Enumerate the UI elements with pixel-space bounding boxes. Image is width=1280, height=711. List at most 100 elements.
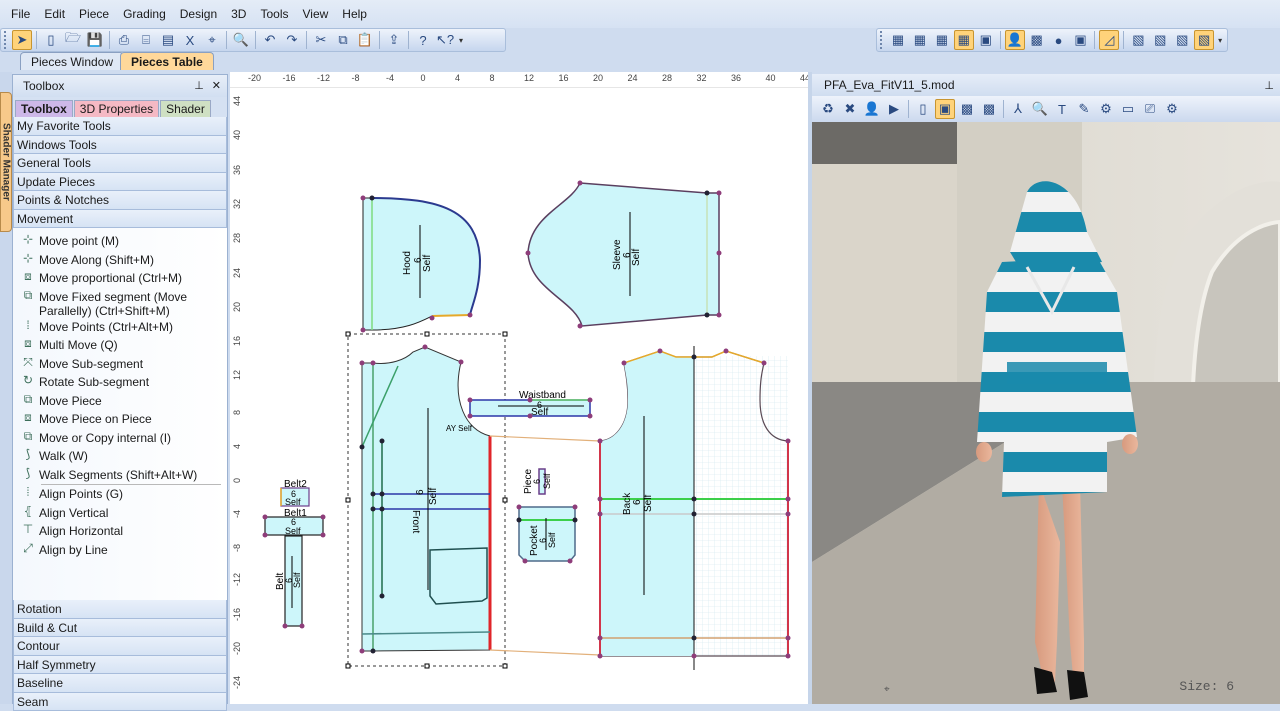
front-piece[interactable]: Front 6 Self AY Self xyxy=(360,345,491,654)
tool-walk[interactable]: ⟆Walk (W) xyxy=(17,447,227,466)
save-icon[interactable]: 💾 xyxy=(85,30,105,50)
frame-selected-icon[interactable]: ▣ xyxy=(935,99,955,119)
menu-file[interactable]: File xyxy=(4,7,37,21)
toolbox-section-general-tools[interactable]: General Tools xyxy=(13,154,227,173)
sleeve-piece[interactable]: Sleeve 6 Self xyxy=(526,181,722,329)
tool-align-horizontal[interactable]: ⊤Align Horizontal xyxy=(17,522,227,541)
tool-move-along[interactable]: ⊹Move Along (Shift+M) xyxy=(17,251,227,270)
tool-walk-segments[interactable]: ⟆Walk Segments (Shift+Alt+W) xyxy=(17,466,227,485)
text-icon[interactable]: T xyxy=(1052,99,1072,119)
frame-icon[interactable]: ▯ xyxy=(913,99,933,119)
excel-icon[interactable]: X xyxy=(180,30,200,50)
menu-edit[interactable]: Edit xyxy=(37,7,72,21)
axis-icon[interactable]: ⅄ xyxy=(1008,99,1028,119)
print-icon[interactable]: ⎙ xyxy=(114,30,134,50)
toolbar-grip[interactable] xyxy=(4,31,8,49)
open-folder-icon[interactable]: 🗁 xyxy=(63,30,83,50)
menu-tools[interactable]: Tools xyxy=(253,7,295,21)
dress-avatar-icon[interactable]: 👤 xyxy=(862,99,882,119)
3d-viewport[interactable]: ⌖ Size: 6 xyxy=(812,122,1280,704)
zoom-3d-icon[interactable]: 🔍 xyxy=(1030,99,1050,119)
tool-align-points[interactable]: ⦙Align Points (G) xyxy=(17,485,227,504)
small-piece[interactable]: Piece 6 Self xyxy=(523,469,552,494)
belt2-piece[interactable]: Belt2 6 Self xyxy=(281,479,309,507)
menu-grading[interactable]: Grading xyxy=(116,7,173,21)
toolbar-overflow-icon[interactable]: ▾ xyxy=(457,30,465,50)
toolbox-section-points-notches[interactable]: Points & Notches xyxy=(13,191,227,210)
pin-icon[interactable]: ⊥ xyxy=(1264,79,1274,92)
menu-design[interactable]: Design xyxy=(173,7,224,21)
tool-move-piece-on-piece[interactable]: ⧈Move Piece on Piece xyxy=(17,410,227,429)
toolbox-section-my-favorite-tools[interactable]: My Favorite Tools xyxy=(13,117,227,136)
tool-align-vertical[interactable]: ⦃Align Vertical xyxy=(17,504,227,523)
tool-align-by-line[interactable]: ⤢Align by Line xyxy=(17,541,227,560)
copy-icon[interactable]: ⧉ xyxy=(333,30,353,50)
calculator-icon[interactable]: ▣ xyxy=(976,30,996,50)
hood-piece[interactable]: Hood 6 Self xyxy=(361,196,481,333)
cut-icon[interactable]: ✂ xyxy=(311,30,331,50)
help-icon[interactable]: ? xyxy=(413,30,433,50)
export-icon[interactable]: ⇪ xyxy=(384,30,404,50)
waistband-piece[interactable]: Waistband 6 Self xyxy=(468,390,593,419)
toolbox-section-movement[interactable]: Movement xyxy=(13,210,227,229)
piece-icon-4[interactable]: ▧ xyxy=(1194,30,1214,50)
tab-toolbox[interactable]: Toolbox xyxy=(15,100,73,117)
piece-icon-2[interactable]: ▧ xyxy=(1150,30,1170,50)
back-piece[interactable]: Back 6 Self xyxy=(598,346,791,670)
color-icon[interactable]: ● xyxy=(1049,30,1069,50)
tool-multi-move[interactable]: ⧈Multi Move (Q) xyxy=(17,336,227,355)
belt1-piece[interactable]: Belt1 6 Self xyxy=(263,508,326,538)
fabric-icon[interactable]: ▩ xyxy=(1027,30,1047,50)
toolbox-section-seam[interactable]: Seam xyxy=(13,693,227,711)
context-help-icon[interactable]: ↖? xyxy=(435,30,455,50)
tab-pieces-window[interactable]: Pieces Window xyxy=(20,52,124,70)
tool-move-point[interactable]: ⊹Move point (M) xyxy=(17,232,227,251)
plotter-icon[interactable]: ⌸ xyxy=(136,30,156,50)
tool-move-or-copy-internal[interactable]: ⧉Move or Copy internal (I) xyxy=(17,429,227,448)
recycle-icon[interactable]: ♻ xyxy=(818,99,838,119)
new-file-icon[interactable]: ▯ xyxy=(41,30,61,50)
tag-icon[interactable]: ⌖ xyxy=(202,30,222,50)
toolbox-section-windows-tools[interactable]: Windows Tools xyxy=(13,136,227,155)
pattern-canvas[interactable]: Hood 6 Self Sleeve 6 Self xyxy=(246,88,808,704)
toolbox-section-baseline[interactable]: Baseline xyxy=(13,674,227,693)
toolbox-section-rotation[interactable]: Rotation xyxy=(13,600,227,619)
piece-icon-1[interactable]: ▧ xyxy=(1128,30,1148,50)
tool-move-proportional[interactable]: ⧈Move proportional (Ctrl+M) xyxy=(17,269,227,288)
menu-piece[interactable]: Piece xyxy=(72,7,116,21)
tool-move-sub-segment[interactable]: ⤧Move Sub-segment xyxy=(17,355,227,374)
remove-garment-icon[interactable]: ✖ xyxy=(840,99,860,119)
tab-shader[interactable]: Shader xyxy=(160,100,211,117)
pin-icon[interactable]: ⊥ xyxy=(194,79,204,92)
tool-move-piece[interactable]: ⧉Move Piece xyxy=(17,392,227,411)
display-icon[interactable]: ▭ xyxy=(1118,99,1138,119)
piece-icon-3[interactable]: ▧ xyxy=(1172,30,1192,50)
menu-view[interactable]: View xyxy=(295,7,335,21)
avatar-props-icon[interactable]: ⚙ xyxy=(1162,99,1182,119)
pocket-piece[interactable]: Pocket 6 Self xyxy=(517,505,578,564)
frame-icon[interactable]: ▣ xyxy=(1071,30,1091,50)
measure-icon[interactable]: ✎ xyxy=(1074,99,1094,119)
toolbox-section-build-cut[interactable]: Build & Cut xyxy=(13,619,227,638)
tool-move-points[interactable]: ⁞Move Points (Ctrl+Alt+M) xyxy=(17,318,227,337)
fabric-export-icon[interactable]: ▩ xyxy=(979,99,999,119)
toolbox-section-contour[interactable]: Contour xyxy=(13,637,227,656)
shader-manager-side-tab[interactable]: Shader Manager xyxy=(0,92,12,232)
redo-icon[interactable]: ↷ xyxy=(282,30,302,50)
avatar-settings-icon[interactable]: ⚙ xyxy=(1096,99,1116,119)
grid-icon[interactable]: ▦ xyxy=(932,30,952,50)
layout-icon[interactable]: ▤ xyxy=(158,30,178,50)
close-icon[interactable]: ✕ xyxy=(212,79,221,92)
texture-icon[interactable]: ▩ xyxy=(957,99,977,119)
menu-help[interactable]: Help xyxy=(335,7,374,21)
tab-3d-properties[interactable]: 3D Properties xyxy=(74,100,159,117)
tab-pieces-table[interactable]: Pieces Table xyxy=(120,52,214,70)
undo-icon[interactable]: ↶ xyxy=(260,30,280,50)
pointer-icon[interactable]: ➤ xyxy=(12,30,32,50)
toolbar-grip[interactable] xyxy=(880,31,884,49)
paste-icon[interactable]: 📋 xyxy=(355,30,375,50)
tool-rotate-sub-segment[interactable]: ↻Rotate Sub-segment xyxy=(17,373,227,392)
camera-icon[interactable]: ⎚ xyxy=(1140,99,1160,119)
belt-piece[interactable]: Belt 6 Self xyxy=(275,536,305,629)
toolbox-section-update-pieces[interactable]: Update Pieces xyxy=(13,173,227,192)
